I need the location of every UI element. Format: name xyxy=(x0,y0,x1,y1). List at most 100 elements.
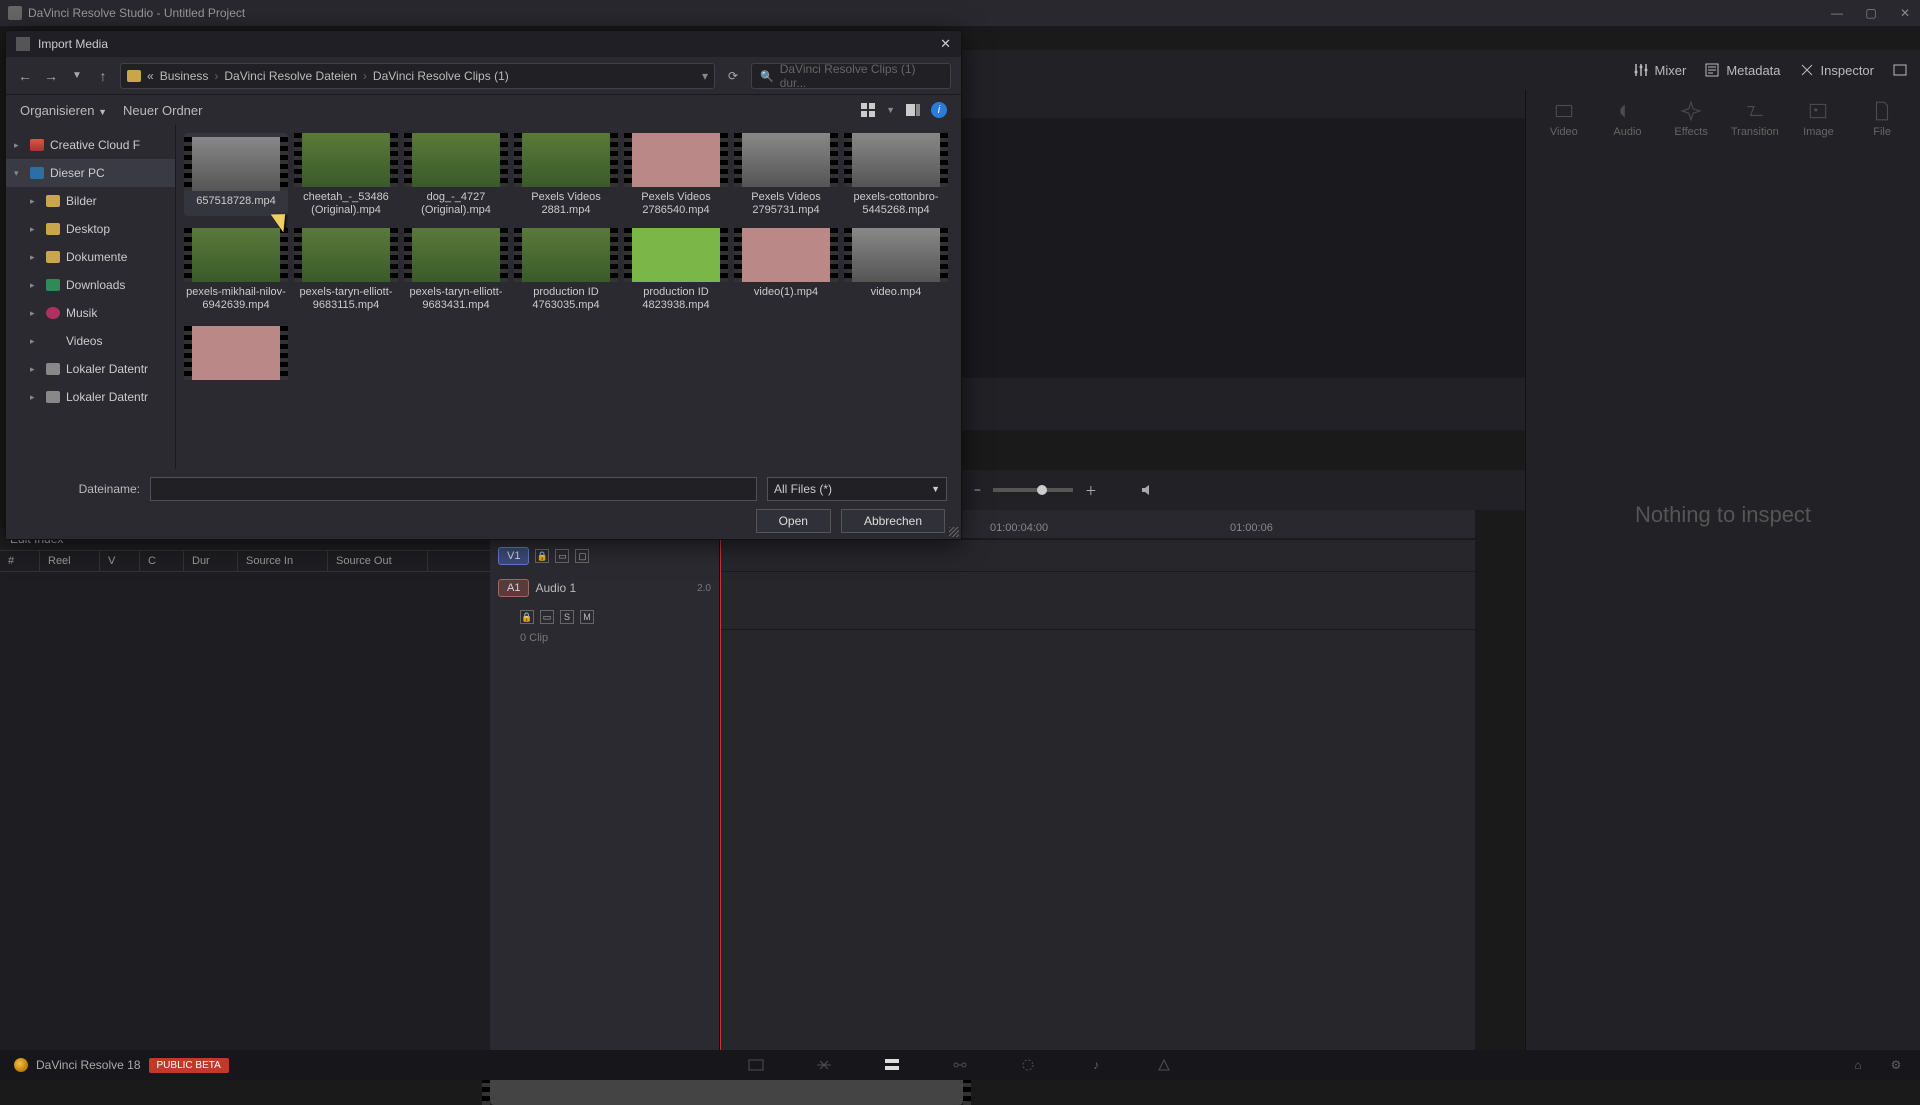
file-item[interactable] xyxy=(184,326,288,380)
page-fusion[interactable] xyxy=(950,1055,970,1075)
file-item[interactable]: pexels-taryn-elliott-9683431.mp4 xyxy=(404,228,508,311)
zoom-in-button[interactable]: ＋ xyxy=(1085,482,1097,499)
file-item[interactable]: dog_-_4727 (Original).mp4 xyxy=(404,133,508,216)
breadcrumb-item[interactable]: DaVinci Resolve Dateien xyxy=(224,69,357,83)
expander-icon[interactable]: ▸ xyxy=(30,280,40,291)
playhead[interactable] xyxy=(720,510,721,1050)
tree-item[interactable]: ▸Videos xyxy=(6,327,175,355)
mixer-toggle[interactable]: Mixer xyxy=(1633,62,1687,78)
file-item[interactable]: pexels-mikhail-nilov-6942639.mp4 xyxy=(184,228,288,311)
col-src-in[interactable]: Source In xyxy=(238,551,328,571)
file-item[interactable]: video(1).mp4 xyxy=(734,228,838,311)
expander-icon[interactable]: ▸ xyxy=(30,336,40,347)
volume-icon[interactable] xyxy=(1139,482,1155,498)
breadcrumb-item[interactable]: Business xyxy=(160,69,209,83)
tab-image[interactable]: Image xyxy=(1788,100,1848,138)
organize-menu[interactable]: Organisieren ▼ xyxy=(20,103,107,118)
cancel-button[interactable]: Abbrechen xyxy=(841,509,945,533)
expander-icon[interactable]: ▸ xyxy=(30,308,40,319)
tree-item[interactable]: ▸Musik xyxy=(6,299,175,327)
col-dur[interactable]: Dur xyxy=(184,551,238,571)
filename-input[interactable] xyxy=(150,477,757,501)
expander-icon[interactable]: ▸ xyxy=(30,196,40,207)
minimize-button[interactable]: — xyxy=(1830,6,1844,20)
nav-back-button[interactable]: ← xyxy=(16,68,34,84)
filetype-select[interactable]: All Files (*) ▼ xyxy=(767,477,947,501)
disable-icon[interactable]: ▢ xyxy=(575,549,589,563)
breadcrumb[interactable]: « Business › DaVinci Resolve Dateien › D… xyxy=(120,63,715,89)
file-item[interactable]: 657518728.mp4 xyxy=(184,133,288,216)
expander-icon[interactable]: ▸ xyxy=(30,392,40,403)
search-input[interactable]: DaVinci Resolve Clips (1) dur... xyxy=(751,63,951,89)
tree-item[interactable]: ▸Downloads xyxy=(6,271,175,299)
track-a1-header[interactable]: A1 Audio 1 2.0 xyxy=(490,572,719,604)
track-lane-v1[interactable] xyxy=(720,540,1475,572)
expand-icon[interactable] xyxy=(1892,62,1908,78)
tree-item[interactable]: ▸Dokumente xyxy=(6,243,175,271)
tree-item[interactable]: ▸Lokaler Datentr xyxy=(6,355,175,383)
nav-forward-button[interactable]: → xyxy=(42,68,60,84)
zoom-out-button[interactable]: − xyxy=(974,483,981,497)
tab-file[interactable]: File xyxy=(1852,100,1912,138)
tree-item[interactable]: ▸Desktop xyxy=(6,215,175,243)
maximize-button[interactable]: ▢ xyxy=(1864,6,1878,20)
track-lanes[interactable] xyxy=(720,540,1475,1050)
open-button[interactable]: Open xyxy=(756,509,831,533)
resize-grip[interactable] xyxy=(949,527,959,537)
track-a1-badge[interactable]: A1 xyxy=(498,579,529,597)
dialog-titlebar[interactable]: Import Media ✕ xyxy=(6,31,961,57)
file-item[interactable]: production ID 4763035.mp4 xyxy=(514,228,618,311)
track-v1-header[interactable]: V1 🔒 ▭ ▢ xyxy=(490,540,719,572)
page-deliver[interactable] xyxy=(1154,1055,1174,1075)
expander-icon[interactable]: ▸ xyxy=(30,252,40,263)
file-item[interactable]: production ID 4823938.mp4 xyxy=(624,228,728,311)
col-num[interactable]: # xyxy=(0,551,40,571)
tab-audio[interactable]: Audio xyxy=(1597,100,1657,138)
chevron-down-icon[interactable]: ▼ xyxy=(68,70,86,81)
tree-item[interactable]: ▸Lokaler Datentr xyxy=(6,383,175,411)
home-icon[interactable]: ⌂ xyxy=(1848,1055,1868,1075)
file-item[interactable]: Pexels Videos 2795731.mp4 xyxy=(734,133,838,216)
expander-icon[interactable]: ▸ xyxy=(30,364,40,375)
col-v[interactable]: V xyxy=(100,551,140,571)
file-item[interactable]: video.mp4 xyxy=(844,228,948,311)
settings-icon[interactable]: ⚙ xyxy=(1886,1055,1906,1075)
thumbnail-view-button[interactable] xyxy=(860,102,876,118)
file-item[interactable]: cheetah_-_53486 (Original).mp4 xyxy=(294,133,398,216)
file-item[interactable]: pexels-cottonbro-5445268.mp4 xyxy=(844,133,948,216)
file-grid[interactable]: 657518728.mp4cheetah_-_53486 (Original).… xyxy=(176,125,961,469)
page-media[interactable] xyxy=(746,1055,766,1075)
tab-transition[interactable]: Transition xyxy=(1725,100,1785,138)
chevron-down-icon[interactable]: ▾ xyxy=(702,69,708,83)
zoom-slider[interactable] xyxy=(993,488,1073,492)
track-v1-badge[interactable]: V1 xyxy=(498,547,529,565)
col-reel[interactable]: Reel xyxy=(40,551,100,571)
page-cut[interactable] xyxy=(814,1055,834,1075)
preview-pane-button[interactable] xyxy=(905,102,921,118)
nav-up-button[interactable]: ↑ xyxy=(94,68,112,84)
expander-icon[interactable]: ▸ xyxy=(30,224,40,235)
close-icon[interactable]: ✕ xyxy=(940,36,951,52)
tab-effects[interactable]: Effects xyxy=(1661,100,1721,138)
chevron-down-icon[interactable]: ▼ xyxy=(886,105,895,115)
auto-select-icon[interactable]: ▭ xyxy=(555,549,569,563)
breadcrumb-item[interactable]: DaVinci Resolve Clips (1) xyxy=(373,69,509,83)
tree-item[interactable]: ▾Dieser PC xyxy=(6,159,175,187)
inspector-toggle[interactable]: Inspector xyxy=(1799,62,1874,78)
track-lane-a1[interactable] xyxy=(720,572,1475,630)
col-c[interactable]: C xyxy=(140,551,184,571)
file-item[interactable]: pexels-taryn-elliott-9683115.mp4 xyxy=(294,228,398,311)
lock-icon[interactable]: 🔒 xyxy=(535,549,549,563)
tab-video[interactable]: Video xyxy=(1534,100,1594,138)
col-src-out[interactable]: Source Out xyxy=(328,551,428,571)
expander-icon[interactable]: ▸ xyxy=(14,140,24,151)
tree-item[interactable]: ▸Creative Cloud F xyxy=(6,131,175,159)
page-color[interactable] xyxy=(1018,1055,1038,1075)
page-edit[interactable] xyxy=(882,1055,902,1075)
lock-icon[interactable]: 🔒 xyxy=(520,610,534,624)
mute-button[interactable]: M xyxy=(580,610,594,624)
solo-button[interactable]: S xyxy=(560,610,574,624)
breadcrumb-root[interactable]: « xyxy=(147,69,154,83)
page-fairlight[interactable]: ♪ xyxy=(1086,1055,1106,1075)
new-folder-button[interactable]: Neuer Ordner xyxy=(123,103,202,118)
